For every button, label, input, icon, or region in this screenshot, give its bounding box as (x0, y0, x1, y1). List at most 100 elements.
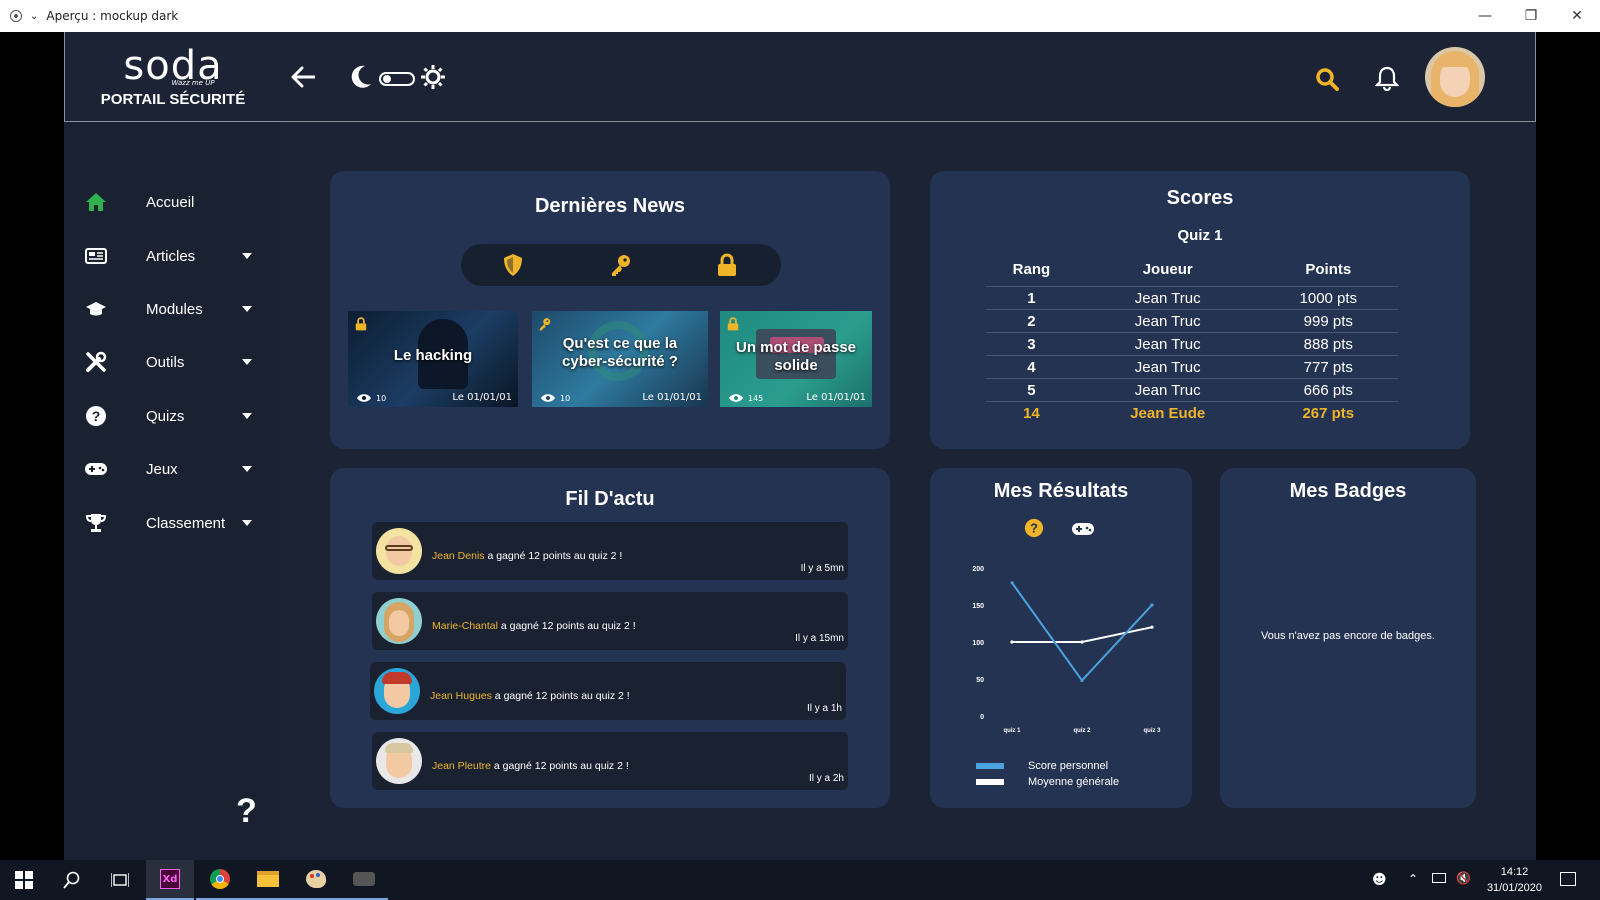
news-item-title: Qu'est ce que la cyber-sécurité ? (562, 335, 678, 370)
points-cell: 1000 pts (1258, 286, 1398, 310)
points-cell: 999 pts (1258, 309, 1398, 333)
taskbar-search-icon[interactable] (48, 860, 96, 900)
network-icon[interactable] (1432, 873, 1446, 883)
news-item-title: Le hacking (393, 347, 473, 364)
paint-icon[interactable] (292, 860, 340, 900)
feed-message: a gagné 12 points au quiz 2 ! (497, 620, 636, 632)
back-arrow-icon[interactable] (291, 66, 315, 88)
y-tick-label: 200 (972, 566, 984, 573)
question-circle-icon: ? (84, 404, 108, 428)
minimize-button[interactable]: — (1462, 0, 1508, 32)
scores-table: Rang Joueur Points 1 Jean Truc 1000 pts 2J… (986, 255, 1398, 425)
svg-text:?: ? (92, 408, 101, 424)
feed-item[interactable]: Jean Pleutre a gagné 12 points au quiz 2… (372, 732, 848, 790)
portal-title: PORTAIL SÉCURITÉ (100, 90, 246, 108)
feed-user-name[interactable]: Jean Pleutre (432, 760, 491, 772)
news-item[interactable]: Qu'est ce que la cyber-sécurité ? 10 Le … (532, 311, 708, 407)
shield-icon[interactable] (501, 253, 525, 277)
legend-label: Moyenne générale (1028, 776, 1120, 788)
restore-button[interactable]: ❐ (1508, 0, 1554, 32)
sidebar-item-label: Jeux (146, 460, 178, 478)
feed-time: Il y a 15mn (795, 633, 844, 644)
rank-cell: 3 (986, 332, 1077, 356)
sidebar-item-outils[interactable]: Outils (64, 342, 280, 382)
bell-icon[interactable] (1375, 65, 1399, 91)
news-date: Le 01/01/01 (642, 392, 702, 403)
theme-toggle[interactable] (379, 72, 415, 86)
avatar (374, 668, 420, 714)
lock-icon[interactable] (715, 253, 739, 277)
people-icon[interactable]: ☻ (1372, 872, 1387, 888)
question-circle-icon[interactable]: ? (1024, 518, 1044, 538)
rank-cell: 5 (986, 378, 1077, 402)
table-row: 5 Jean Truc 666 pts (986, 378, 1398, 402)
feed-user-name[interactable]: Jean Denis (432, 550, 485, 562)
tools-icon (84, 350, 108, 374)
feed-item[interactable]: Jean Hugues a gagné 12 points au quiz 2 … (370, 662, 846, 720)
caret-down-icon[interactable] (242, 520, 252, 526)
app-icon[interactable] (340, 860, 388, 900)
player-cell: Jean Truc (1076, 309, 1259, 333)
news-item[interactable]: Un mot de passe solide 145 Le 01/01/01 (720, 311, 872, 407)
news-item[interactable]: Le hacking 10 Le 01/01/01 (348, 311, 518, 407)
caret-down-icon[interactable] (242, 306, 252, 312)
brand[interactable]: soda Wazz me UP PORTAIL SÉCURITÉ (65, 32, 281, 122)
gamepad-icon[interactable] (1070, 522, 1096, 536)
legend-item: Score personnel (976, 760, 1119, 772)
clock[interactable]: 14:12 31/01/2020 (1487, 864, 1542, 896)
feed-time: Il y a 5mn (800, 563, 844, 574)
caret-down-icon[interactable] (242, 359, 252, 365)
caret-down-icon[interactable] (242, 466, 252, 472)
sidebar-item-modules[interactable]: Modules (64, 289, 280, 329)
feed-message: a gagné 12 points au quiz 2 ! (491, 690, 630, 702)
results-title: Mes Résultats (993, 480, 1129, 502)
results-chart: 0 50 100 150 200 quiz 1 quiz 2 quiz 3 (972, 566, 1161, 734)
sidebar-item-classement[interactable]: Classement (64, 503, 280, 543)
feed-user-name[interactable]: Jean Hugues (430, 690, 492, 702)
series-line (1012, 626, 1153, 643)
views-count: 145 (748, 393, 764, 403)
tray-chevron-up-icon[interactable]: ⌃ (1408, 872, 1418, 886)
windows-start-icon[interactable] (0, 860, 48, 900)
sidebar: Accueil Articles Modules Outils ? Quizs … (64, 122, 280, 860)
data-point (1010, 581, 1014, 585)
task-view-icon[interactable] (96, 860, 144, 900)
chrome-icon[interactable] (196, 860, 244, 900)
close-button[interactable]: ✕ (1554, 0, 1600, 32)
table-row: 2 Jean Truc 999 pts (986, 309, 1398, 333)
search-icon[interactable] (1315, 67, 1339, 91)
sidebar-item-jeux[interactable]: Jeux (64, 449, 280, 489)
notifications-icon[interactable] (1560, 872, 1576, 886)
lock-icon (355, 317, 367, 331)
file-explorer-icon[interactable] (244, 860, 292, 900)
news-item-title: Un mot de passe solide (735, 339, 857, 374)
news-date: Le 01/01/01 (452, 392, 512, 403)
player-cell: Jean Truc (1076, 355, 1259, 379)
chevron-down-icon[interactable]: ⌄ (30, 11, 38, 22)
sun-icon (421, 65, 445, 89)
volume-muted-icon[interactable]: 🔇 (1456, 871, 1471, 885)
feed-item[interactable]: Marie-Chantal a gagné 12 points au quiz … (372, 592, 848, 650)
adobe-xd-icon[interactable]: Xd (146, 860, 194, 900)
rank-cell: 14 (1023, 404, 1040, 422)
feed-time: Il y a 2h (808, 773, 844, 784)
feed-message: a gagné 12 points au quiz 2 ! (490, 760, 629, 772)
caret-down-icon[interactable] (242, 413, 252, 419)
rank-cell: 4 (986, 355, 1077, 379)
sidebar-item-label: Outils (146, 353, 185, 371)
player-cell: Jean Truc (1076, 332, 1259, 356)
key-icon[interactable] (609, 253, 633, 277)
app-window: soda Wazz me UP PORTAIL SÉCURITÉ Accueil… (64, 32, 1536, 860)
feed-text: Jean Hugues a gagné 12 points au quiz 2 … (430, 690, 630, 702)
sidebar-item-quizs[interactable]: ? Quizs (64, 396, 280, 436)
caret-down-icon[interactable] (242, 253, 252, 259)
user-avatar[interactable] (1425, 47, 1485, 107)
help-button[interactable]: ? (236, 792, 257, 831)
feed-title: Fil D'actu (565, 488, 655, 510)
feed-item[interactable]: Jean Denis a gagné 12 points au quiz 2 !… (372, 522, 848, 580)
legend-item: Moyenne générale (976, 776, 1119, 788)
feed-text: Marie-Chantal a gagné 12 points au quiz … (432, 620, 636, 632)
sidebar-item-accueil[interactable]: Accueil (64, 182, 280, 222)
sidebar-item-articles[interactable]: Articles (64, 236, 280, 276)
feed-user-name[interactable]: Marie-Chantal (432, 620, 498, 632)
